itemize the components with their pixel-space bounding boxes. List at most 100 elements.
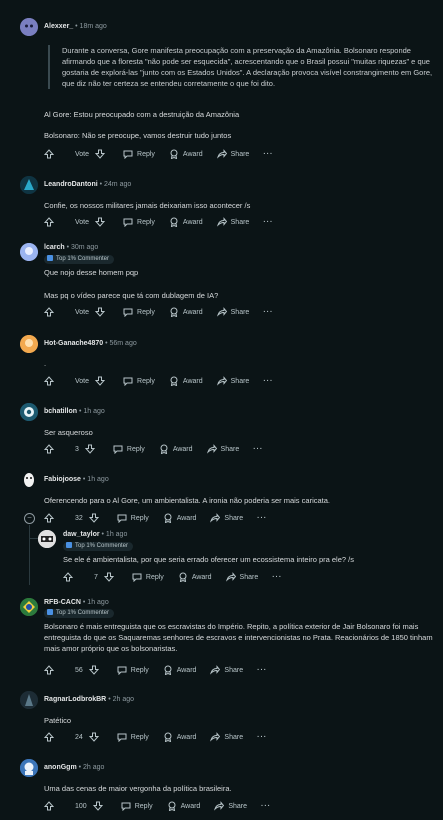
downvote-button[interactable] — [95, 307, 109, 317]
avatar[interactable] — [20, 18, 38, 36]
share-icon — [214, 801, 225, 811]
award-button[interactable]: Award — [169, 307, 203, 317]
award-button[interactable]: Award — [169, 149, 203, 159]
reply-button[interactable]: Reply — [123, 217, 155, 227]
reply-button[interactable]: Reply — [121, 801, 153, 811]
upvote-button[interactable] — [44, 732, 58, 742]
reply-button[interactable]: Reply — [123, 307, 155, 317]
author-name[interactable]: bchatillon — [44, 408, 77, 415]
award-button[interactable]: Award — [169, 217, 203, 227]
share-button[interactable]: Share — [225, 572, 258, 582]
reply-button[interactable]: Reply — [123, 149, 155, 159]
award-button[interactable]: Award — [178, 572, 212, 582]
author-name[interactable]: anonGgm — [44, 764, 77, 771]
share-button[interactable]: Share — [216, 307, 249, 317]
downvote-button[interactable] — [95, 376, 109, 386]
author-name[interactable]: Alexxer_ — [44, 23, 73, 30]
more-options-button[interactable]: ··· — [263, 309, 273, 316]
avatar[interactable] — [38, 530, 56, 548]
more-options-button[interactable]: ··· — [263, 219, 273, 226]
upvote-button[interactable] — [44, 665, 58, 675]
more-options-button[interactable]: ··· — [257, 515, 267, 522]
upvote-button[interactable] — [44, 149, 58, 159]
avatar[interactable] — [20, 598, 38, 616]
upvote-icon — [44, 513, 54, 523]
author-name[interactable]: Hot-Ganache4870 — [44, 340, 103, 347]
more-options-button[interactable]: ··· — [253, 446, 263, 453]
downvote-button[interactable] — [92, 801, 107, 811]
downvote-button[interactable] — [95, 149, 109, 159]
more-options-button[interactable]: ··· — [263, 151, 273, 158]
action-bar: Vote Reply Award Share ··· — [44, 216, 287, 228]
award-button[interactable]: Award — [167, 801, 200, 811]
downvote-icon — [95, 376, 106, 386]
author-name[interactable]: daw_taylor — [63, 531, 100, 538]
more-options-button[interactable]: ··· — [257, 667, 267, 674]
downvote-button[interactable] — [95, 217, 109, 227]
share-button[interactable]: Share — [214, 801, 247, 811]
award-button[interactable]: Award — [163, 665, 197, 675]
reply-button[interactable]: Reply — [117, 732, 149, 742]
share-button[interactable]: Share — [210, 665, 243, 675]
avatar[interactable] — [20, 471, 38, 489]
share-button[interactable]: Share — [216, 376, 250, 386]
more-options-button[interactable]: ··· — [272, 574, 282, 581]
action-bar: Vote Reply Award Share ··· — [44, 306, 287, 318]
reply-button[interactable]: Reply — [117, 513, 149, 523]
reply-button[interactable]: Reply — [117, 665, 149, 675]
downvote-button[interactable] — [84, 444, 99, 454]
avatar[interactable] — [20, 335, 38, 353]
comment-line: Que nojo desse homem pqp — [44, 268, 139, 277]
share-icon — [210, 665, 221, 675]
upvote-icon — [44, 444, 54, 454]
downvote-button[interactable] — [103, 572, 118, 582]
reply-button[interactable]: Reply — [123, 376, 155, 386]
share-button[interactable]: Share — [206, 444, 239, 454]
share-button[interactable]: Share — [210, 513, 243, 523]
upvote-icon — [44, 307, 54, 317]
upvote-button[interactable] — [44, 217, 58, 227]
more-options-button[interactable]: ··· — [261, 803, 271, 810]
upvote-button[interactable] — [44, 801, 58, 811]
avatar[interactable] — [20, 691, 38, 709]
author-name[interactable]: RagnarLodbrokBR — [44, 696, 106, 703]
award-button[interactable]: Award — [159, 444, 193, 454]
author-name[interactable]: lcarch — [44, 244, 65, 251]
award-label: Award — [176, 666, 197, 674]
downvote-button[interactable] — [88, 665, 103, 675]
author-name[interactable]: LeandroDantoni — [44, 181, 98, 188]
upvote-button[interactable] — [44, 376, 58, 386]
more-options-button[interactable]: ··· — [257, 734, 267, 741]
award-button[interactable]: Award — [163, 732, 196, 742]
reply-button[interactable]: Reply — [113, 444, 145, 454]
comment-meta: daw_taylor • 1h ago — [63, 531, 127, 538]
reply-icon — [117, 666, 127, 675]
share-label: Share — [230, 377, 250, 385]
badge-icon — [47, 255, 53, 261]
avatar[interactable] — [20, 403, 38, 421]
upvote-button[interactable] — [44, 513, 58, 523]
author-name[interactable]: RFB-CACN — [44, 599, 81, 606]
collapse-thread-button[interactable]: − — [24, 513, 35, 524]
comment-body: Bolsonaro é mais entreguista que os escr… — [44, 621, 436, 654]
share-button[interactable]: Share — [216, 217, 249, 227]
avatar[interactable] — [20, 243, 38, 261]
author-name[interactable]: Fabiojoose — [44, 476, 81, 483]
avatar[interactable] — [20, 176, 38, 194]
share-icon — [206, 444, 217, 454]
award-button[interactable]: Award — [169, 376, 203, 386]
more-options-button[interactable]: ··· — [263, 378, 273, 385]
vote-count: Vote — [75, 377, 90, 385]
action-bar: Vote Reply Award Share ··· — [44, 148, 287, 160]
share-button[interactable]: Share — [210, 732, 243, 742]
avatar[interactable] — [20, 759, 38, 777]
upvote-button[interactable] — [44, 307, 58, 317]
upvote-button[interactable] — [44, 444, 58, 454]
award-icon — [170, 376, 178, 386]
award-button[interactable]: Award — [163, 513, 196, 523]
reply-button[interactable]: Reply — [132, 572, 164, 582]
downvote-button[interactable] — [88, 513, 103, 523]
upvote-button[interactable] — [63, 572, 77, 582]
share-button[interactable]: Share — [216, 149, 249, 159]
downvote-button[interactable] — [88, 732, 103, 742]
